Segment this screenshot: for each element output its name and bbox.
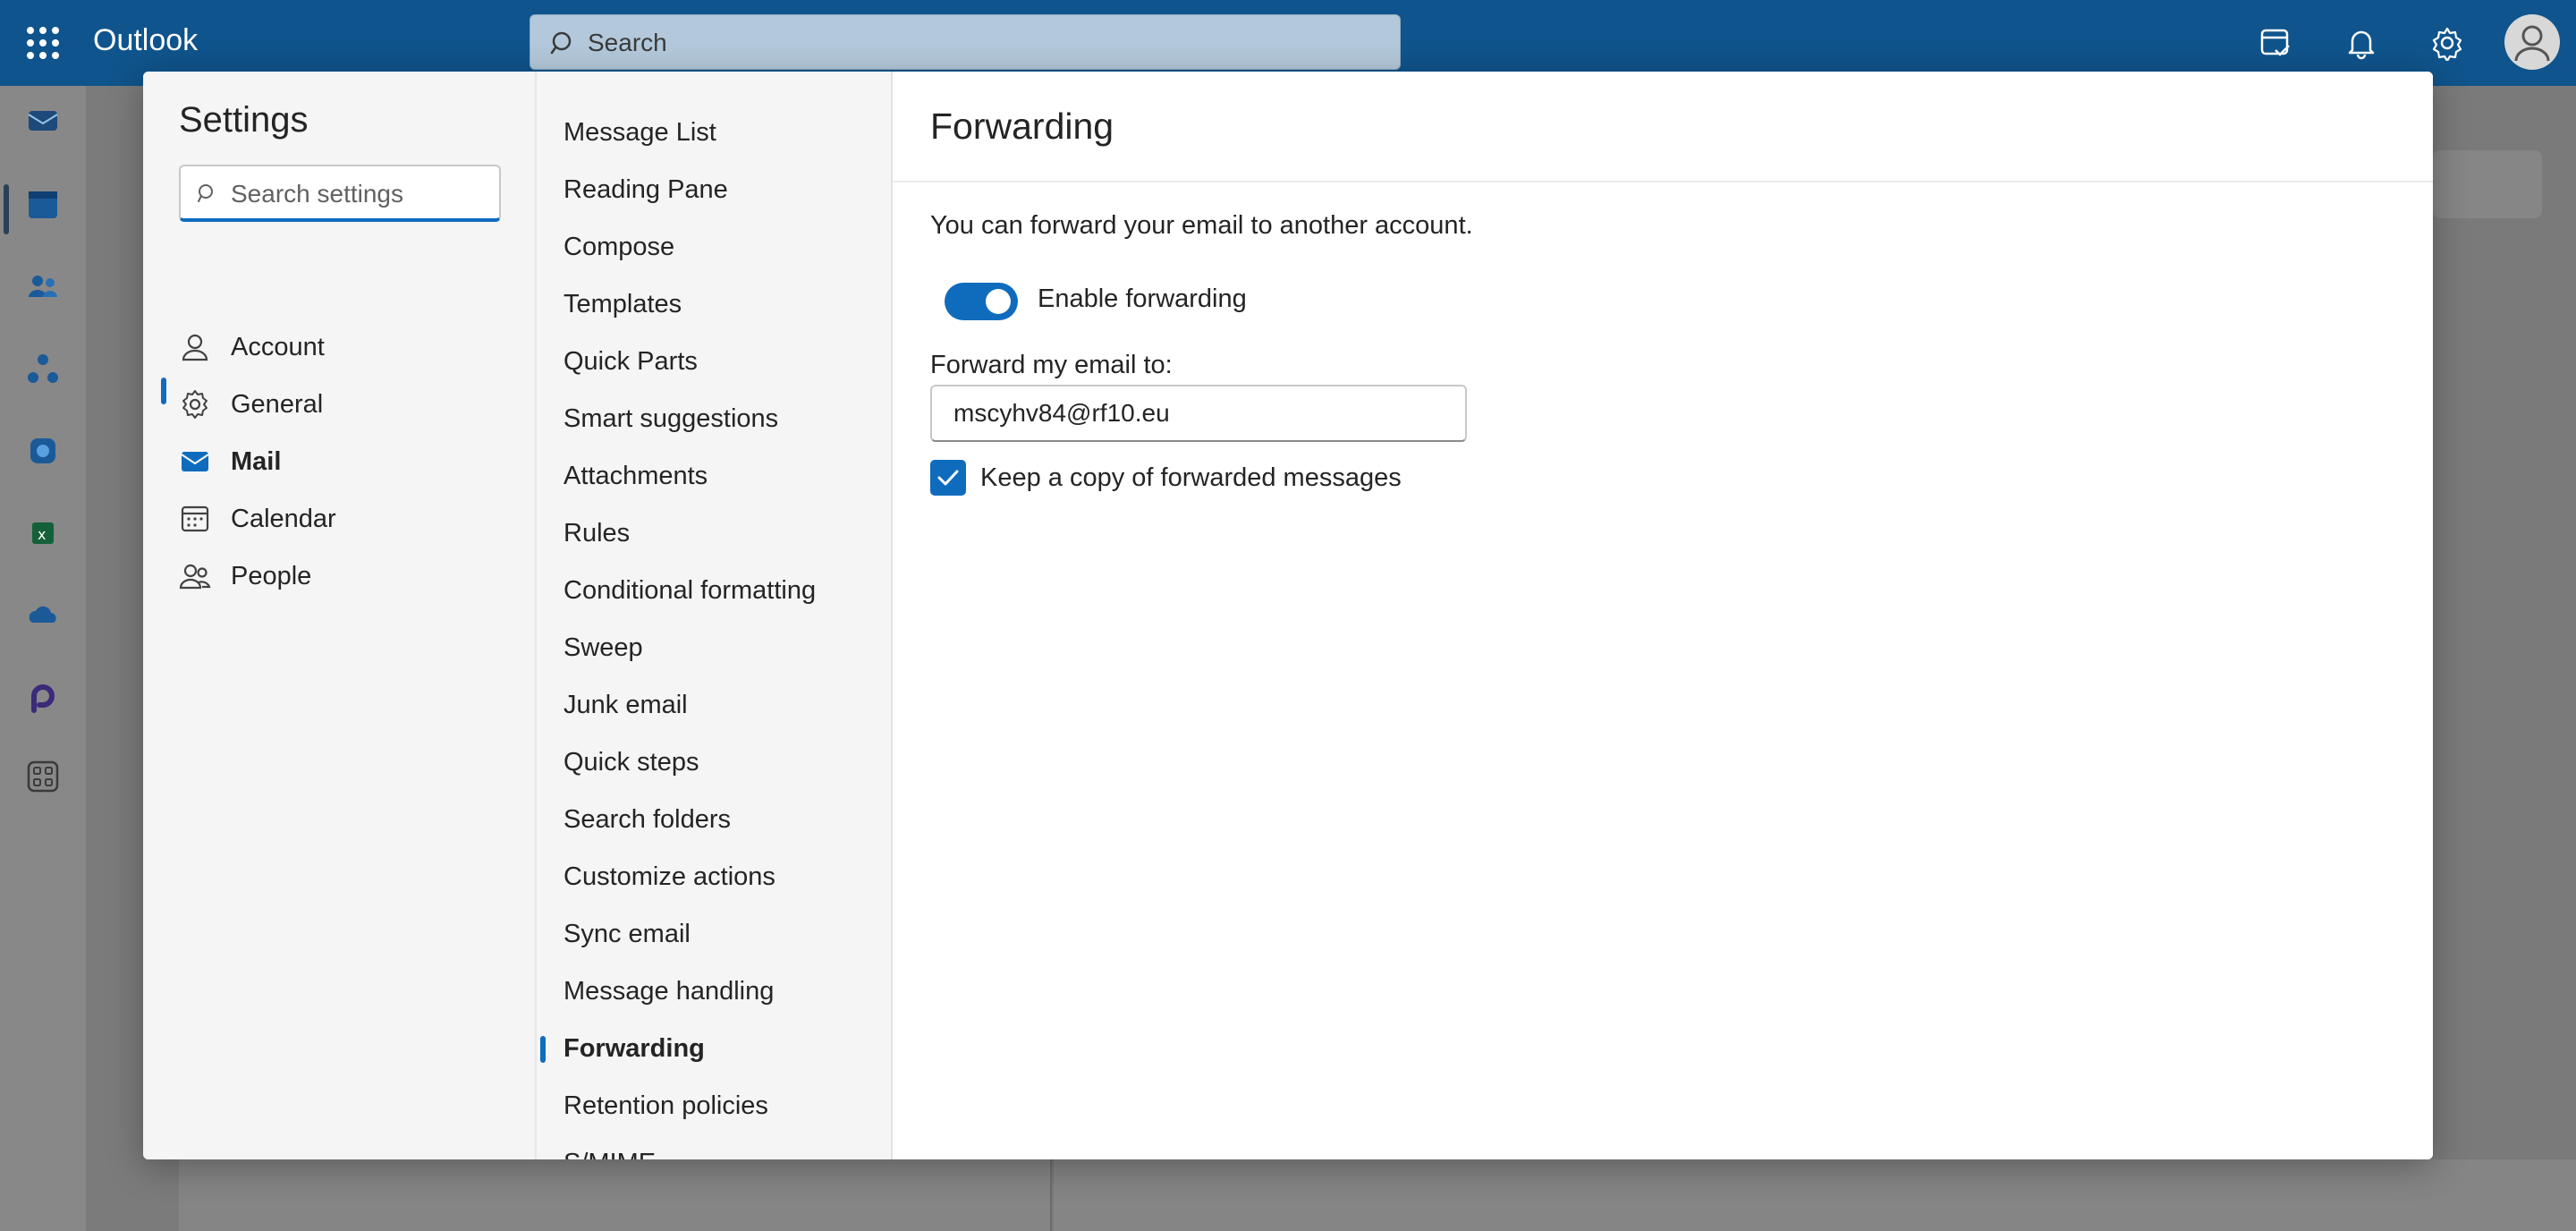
calendar-icon [181, 505, 209, 532]
people-icon [179, 564, 211, 590]
ribbon-area [2433, 150, 2542, 218]
waffle-icon[interactable] [27, 27, 59, 59]
mail-settings-sections: Message List Reading Pane Compose Templa… [535, 72, 893, 1159]
search-icon [550, 31, 572, 55]
section-reading-pane[interactable]: Reading Pane [564, 175, 728, 205]
category-mail[interactable]: Mail [179, 438, 510, 485]
section-smime[interactable]: S/MIME [564, 1149, 656, 1159]
active-category-indicator [161, 378, 166, 404]
person-icon [2514, 25, 2550, 62]
section-sweep[interactable]: Sweep [564, 633, 643, 663]
gear-icon[interactable] [2429, 25, 2465, 61]
active-section-indicator [540, 1036, 546, 1063]
section-retention-policies[interactable]: Retention policies [564, 1091, 768, 1121]
toggle-knob [986, 289, 1011, 314]
search-box[interactable]: Search [530, 14, 1401, 70]
checkmark-icon [937, 470, 959, 486]
search-placeholder: Search [588, 29, 667, 56]
forwarding-pane: Forwarding You can forward your email to… [893, 72, 2433, 1159]
section-search-folders[interactable]: Search folders [564, 805, 731, 835]
my-day-icon[interactable] [2258, 25, 2293, 61]
settings-categories: Settings Search settings Account General [143, 72, 535, 1159]
message-list-pane [179, 1159, 1052, 1231]
category-label: Mail [231, 447, 282, 476]
section-compose[interactable]: Compose [564, 233, 674, 262]
loop-icon[interactable] [25, 680, 61, 716]
bell-icon[interactable] [2343, 25, 2379, 61]
forward-email-input[interactable] [930, 385, 1467, 442]
category-label: People [231, 562, 312, 590]
excel-icon[interactable]: x [25, 515, 61, 551]
enable-forwarding-toggle[interactable] [945, 283, 1018, 320]
app-brand[interactable]: Outlook [93, 23, 198, 58]
section-quick-steps[interactable]: Quick steps [564, 748, 699, 777]
settings-dialog: Settings Search settings Account General [143, 72, 2433, 1159]
section-quick-parts[interactable]: Quick Parts [564, 347, 698, 377]
pane-header: Forwarding [893, 72, 2433, 183]
settings-search-placeholder: Search settings [231, 180, 403, 208]
avatar[interactable] [2504, 14, 2560, 70]
section-message-list[interactable]: Message List [564, 118, 716, 148]
section-smart-suggestions[interactable]: Smart suggestions [564, 404, 778, 434]
apps-icon[interactable] [25, 759, 61, 794]
gear-icon [182, 390, 208, 419]
category-label: General [231, 390, 324, 419]
mail-icon [181, 452, 209, 471]
section-customize-actions[interactable]: Customize actions [564, 862, 775, 892]
section-message-handling[interactable]: Message handling [564, 977, 774, 1006]
section-rules[interactable]: Rules [564, 519, 630, 548]
keep-copy-checkbox[interactable] [930, 460, 966, 496]
app-rail: x [0, 86, 86, 1231]
reading-pane [1054, 1159, 2576, 1231]
section-forwarding[interactable]: Forwarding [564, 1034, 705, 1064]
onedrive-icon[interactable] [25, 598, 61, 633]
org-icon[interactable] [25, 351, 61, 386]
forward-to-label: Forward my email to: [930, 351, 1173, 379]
svg-text:x: x [38, 526, 46, 543]
search-icon [198, 184, 213, 202]
category-label: Calendar [231, 505, 336, 533]
section-attachments[interactable]: Attachments [564, 462, 708, 491]
people-icon[interactable] [25, 268, 61, 304]
mail-icon[interactable] [25, 102, 61, 138]
enable-forwarding-label: Enable forwarding [1038, 284, 1247, 313]
person-icon [182, 334, 208, 361]
section-junk-email[interactable]: Junk email [564, 691, 688, 720]
category-calendar[interactable]: Calendar [179, 496, 510, 542]
copilot-icon[interactable] [25, 433, 61, 469]
section-sync-email[interactable]: Sync email [564, 920, 691, 949]
keep-copy-label: Keep a copy of forwarded messages [980, 463, 1402, 492]
category-account[interactable]: Account [179, 324, 510, 370]
section-conditional-formatting[interactable]: Conditional formatting [564, 576, 816, 606]
category-general[interactable]: General [179, 381, 510, 428]
settings-title: Settings [179, 100, 309, 140]
rail-active-indicator [4, 184, 9, 234]
section-templates[interactable]: Templates [564, 290, 682, 319]
category-people[interactable]: People [179, 553, 510, 599]
settings-search-input[interactable]: Search settings [179, 165, 501, 222]
calendar-icon[interactable] [25, 186, 61, 222]
pane-title: Forwarding [930, 106, 1114, 147]
category-label: Account [231, 333, 325, 361]
forwarding-description: You can forward your email to another ac… [930, 211, 1473, 240]
